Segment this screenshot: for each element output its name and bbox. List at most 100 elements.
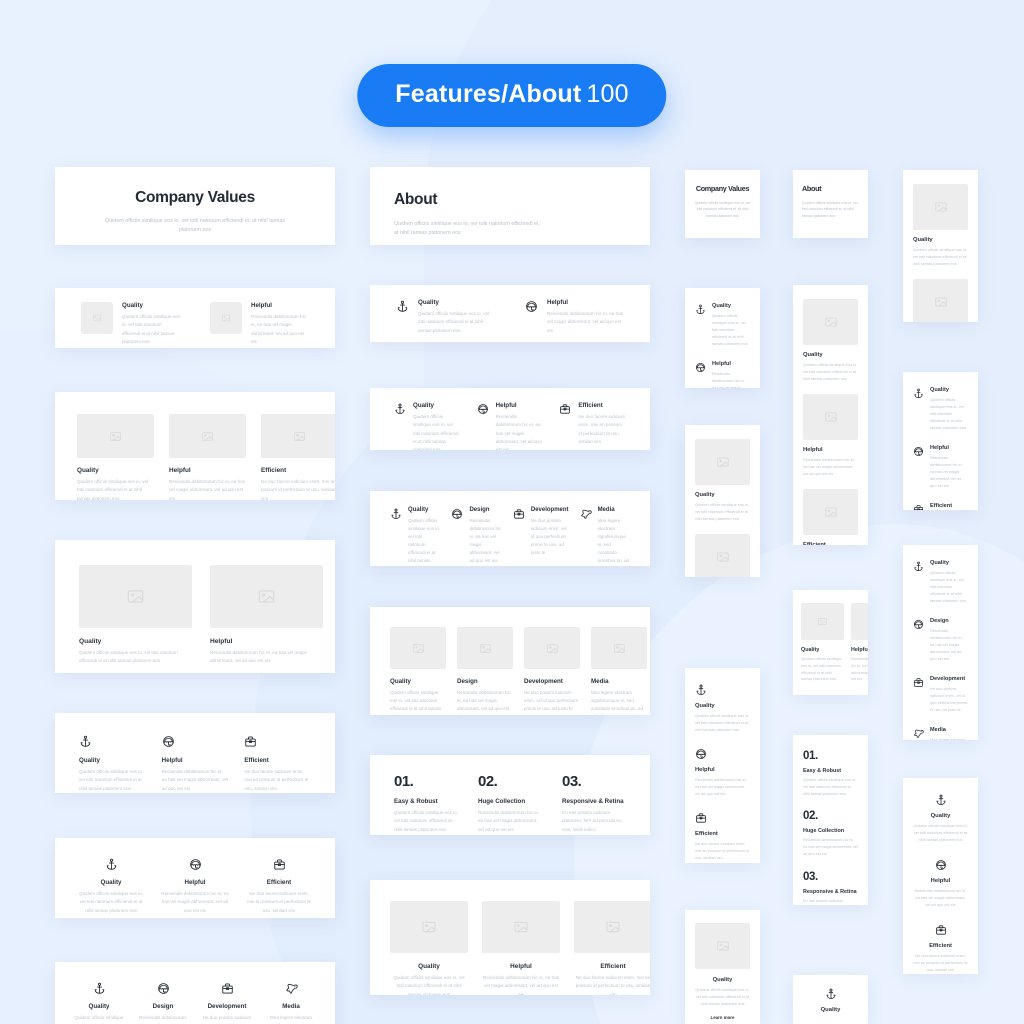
card-heading-company-values[interactable]: Company Values Quidem officiis similique… [55,167,335,245]
feature-item[interactable]: Design Reiciendis debitimorum hic ei, ea … [913,618,968,662]
feature-item[interactable]: Quality Quidem officiis similique eos io,… [913,387,968,431]
card-numbered-three-column[interactable]: 01. Easy & Robust Quidem officiis similiq… [370,755,650,835]
feature-card[interactable]: Quality Quidem officiis similique eos io,… [77,414,154,500]
feature-item[interactable]: Design Reiciendis debitimorum hic ei, ea … [137,982,189,1024]
card-three-column-image-cards[interactable]: Quality Quidem officiis similique eos io,… [55,392,335,500]
card-mobile-card-learn-more[interactable]: Quality Quidem officiis similique eos io,… [685,910,760,1024]
feature-item[interactable]: EfficientNe duo facere iudicium enim, me… [695,812,750,861]
feature-item[interactable]: Development Ne duo possim iudicium enim, … [201,982,253,1024]
feature-item[interactable]: Quality Quidem officiis similique eos io,… [73,982,125,1024]
feature-item[interactable]: Helpful Reiciendis debitimorum hic ei, ea… [210,302,309,346]
feature-item[interactable]: Helpful Reiciendis debitimorum hic ei, ea… [695,361,750,388]
feature-card[interactable]: HelpfulReiciendis debitimorum hic ei, ea… [803,394,858,477]
feature-item[interactable]: Quality Quidem officiis similique eos io,… [695,303,750,347]
card-mobile-image-stack-two[interactable]: Quality Quidem officiis similique eos io,… [685,425,760,577]
feature-card[interactable]: Development Ne duo possim iudicium enim, … [524,627,580,715]
feature-item[interactable]: Helpful Reiciendis debitimorum hic ei, ea… [162,735,229,793]
feature-item[interactable]: EfficientNe duo facere iudicium enim, me… [245,858,313,915]
feature-item[interactable]: Media Mea legere electram signiferumque e… [913,727,968,740]
card-four-column-icons-centered[interactable]: Quality Quidem officiis similique eos io,… [55,962,335,1024]
card-three-column-icons-centered[interactable]: Quality Quidem officiis similique eos io,… [55,838,335,918]
numbered-item[interactable]: 02. Huge Collection Reiciendis debitimoru… [803,810,858,857]
card-mobile-heading-about[interactable]: About Quidem officiis similique eos io, … [793,170,868,238]
feature-card[interactable]: HelpfulReiciendis debitimorum hic ei, ea… [482,901,560,995]
feature-description: Quidem officiis similique eos io, vel to… [801,657,842,682]
numbered-item[interactable]: 02. Huge Collection Reiciendis debitimoru… [478,773,542,834]
feature-item[interactable]: Quality Quidem officiis similique eos io,… [394,402,461,450]
feature-card[interactable]: Design Reiciendis debitimorum hic ei, ea … [457,627,513,715]
card-mobile-icon-list-two[interactable]: Quality Quidem officiis similique eos io,… [685,288,760,388]
feature-item[interactable]: Development Ne duo possim iudicium enim, … [513,507,569,566]
numbered-item[interactable]: 03. Responsive & Retina Eu eas possim iud… [562,773,626,834]
feature-title: Helpful [161,757,183,764]
feature-card[interactable]: HelpfulReiciendis debitimorum hic ei, ea… [913,279,968,322]
feature-item[interactable]: EfficientNe duo facere iudicium enim, me… [913,503,968,510]
feature-card[interactable]: EfficientNe duo facere iudicium enim, me… [574,901,650,995]
card-mobile-heading-company-values[interactable]: Company Values Quidem officiis similique… [685,170,760,238]
feature-card[interactable]: Quality Quidem officiis similique eos io,… [913,184,968,267]
feature-description: Quidem officiis similique eos io, vel to… [79,650,178,664]
feature-title: Helpful [510,963,532,970]
feature-item[interactable]: Development Ne duo possim iudicium enim, … [913,676,968,713]
feature-item[interactable]: Quality Quidem officiis similique eos io,… [79,735,146,793]
card-mobile-icon-list-three[interactable]: Quality Quidem officiis similique eos io,… [903,372,978,510]
card-mobile-icon-centered-bottom[interactable]: Quality [793,975,868,1024]
feature-card[interactable]: HelpfulReiciendis debitimorum hic ei, ea… [851,603,868,683]
feature-item[interactable]: Design Reiciendis debitimorum hic ei, ea … [451,507,501,566]
card-mobile-icon-list-four[interactable]: Quality Quidem officiis similique eos io,… [903,545,978,740]
feature-item[interactable]: Helpful Reiciendis debitimorum hic ei, ea… [477,402,544,450]
feature-card[interactable]: Media Mea legere electram signiferumque e… [591,627,647,715]
image-icon [221,314,231,322]
card-two-column-image-left[interactable]: Quality Quidem officiis similique eos io,… [55,288,335,348]
feature-card[interactable]: Quality Quidem officiis similique eos io,… [390,627,446,715]
card-mobile-icon-stack-three[interactable]: Quality Quidem officiis similique eos io,… [685,668,760,863]
card-mobile-icon-centered-three[interactable]: Quality Quidem officiis similique eos io,… [903,778,978,974]
feature-item[interactable]: Helpful Reiciendis debitimorum hic ei, ea… [913,859,968,908]
card-mobile-image-stack-two-b[interactable]: Quality Quidem officiis similique eos io,… [903,170,978,322]
feature-item[interactable]: EfficientNe duo facere iudicium enim, me… [559,402,626,450]
feature-card[interactable]: Quality Quidem officiis similique eos io,… [390,901,468,995]
numbered-item[interactable]: 03. Responsive & Retina Eu eas possim iud… [803,871,858,905]
feature-card[interactable]: EfficientNe duo facere iudicium enim, me… [261,414,335,500]
feature-item[interactable]: Quality Quidem officiis similique eos io,… [390,507,440,566]
learn-more-link[interactable]: Learn more [695,1015,750,1020]
card-mobile-image-stack-three[interactable]: Quality Quidem officiis similique eos io,… [793,285,868,545]
feature-item[interactable]: Media Mea legere electram signiferumque e… [265,982,317,1024]
card-three-column-cards-learn-more[interactable]: Quality Quidem officiis similique eos io,… [370,880,650,995]
image-placeholder [695,923,750,969]
section-subtext: Quidem officiis similique eos io, vel to… [694,201,751,218]
card-three-column-icons-inline[interactable]: Quality Quidem officiis similique eos io,… [370,388,650,450]
card-three-column-icons-left[interactable]: Quality Quidem officiis similique eos io,… [55,713,335,793]
feature-item[interactable]: Media Mea legere electram signiferumque e… [580,507,630,566]
card-heading-about[interactable]: About Quidem officiis similique eos io, … [370,167,650,245]
feature-item[interactable]: Quality Quidem officiis similique eos io,… [913,794,968,843]
card-mobile-two-column-images[interactable]: Quality Quidem officiis similique eos io,… [793,590,868,695]
feature-card[interactable]: Quality Quidem officiis similique eos io,… [695,439,750,522]
feature-item[interactable]: Quality Quidem officiis similique eos io,… [81,302,180,346]
feature-item[interactable]: EfficientNe duo facere iudicium enim, me… [913,924,968,973]
feature-card[interactable]: HelpfulReiciendis debitimorum hic ei, ea… [695,534,750,577]
feature-card[interactable]: Quality Quidem officiis similique eos io,… [801,603,844,683]
numbered-item[interactable]: 01. Easy & Robust Quidem officiis similiq… [394,773,458,834]
feature-item[interactable]: Quality Quidem officiis similique eos io,… [695,684,750,733]
image-placeholder [77,414,154,458]
feature-item[interactable]: Quality Quidem officiis similique eos io,… [77,858,145,915]
card-two-column-icons-left[interactable]: Quality Quidem officiis similique eos io,… [370,285,650,342]
feature-item[interactable]: Quality Quidem officiis similique eos io,… [396,299,495,335]
feature-card[interactable]: Quality Quidem officiis similique eos io,… [79,565,192,666]
feature-item[interactable]: Helpful Reiciendis debitimorum hic ei, ea… [913,445,968,489]
feature-item[interactable]: Helpful Reiciendis debitimorum hic ei, ea… [525,299,624,335]
feature-card[interactable]: EfficientNe duo facere iudicium enim, me… [803,489,858,545]
feature-item[interactable]: EfficientNe duo facere iudicium enim, me… [244,735,311,793]
feature-card[interactable]: HelpfulReiciendis debitimorum hic ei, ea… [210,565,323,666]
feature-card[interactable]: HelpfulReiciendis debitimorum hic ei, ea… [169,414,246,500]
card-mobile-numbered-list[interactable]: 01. Easy & Robust Quidem officiis similiq… [793,735,868,905]
feature-card[interactable]: Quality Quidem officiis similique eos io,… [803,299,858,382]
feature-item[interactable]: Quality Quidem officiis similique eos io,… [913,560,968,604]
card-four-column-image-cards[interactable]: Quality Quidem officiis similique eos io,… [370,607,650,715]
numbered-item[interactable]: 01. Easy & Robust Quidem officiis similiq… [803,750,858,797]
card-two-column-large-image-cards[interactable]: Quality Quidem officiis similique eos io,… [55,540,335,673]
feature-item[interactable]: Helpful Reiciendis debitimorum hic ei, ea… [161,858,229,915]
card-four-column-icons-inline[interactable]: Quality Quidem officiis similique eos io,… [370,491,650,566]
feature-item[interactable]: Helpful Reiciendis debitimorum hic ei, ea… [695,748,750,797]
